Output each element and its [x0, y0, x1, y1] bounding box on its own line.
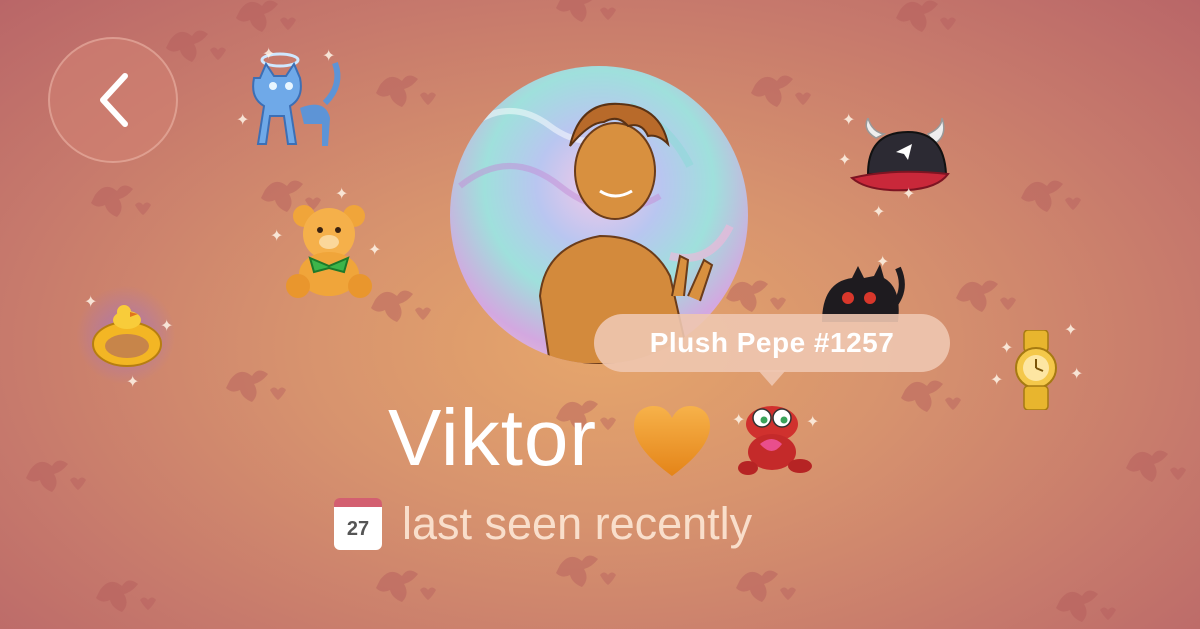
angel-cat-icon[interactable]	[245, 48, 355, 158]
horned-cap-icon[interactable]	[848, 118, 954, 202]
calendar-day: 27	[346, 518, 370, 540]
orange-heart-icon	[634, 406, 710, 476]
teddy-bear-icon[interactable]	[280, 200, 380, 300]
gift-tooltip: Plush Pepe #1257	[594, 314, 950, 372]
duck-ring-icon[interactable]	[88, 300, 166, 372]
gift-tooltip-tail	[758, 370, 786, 386]
last-seen-status: last seen recently	[402, 498, 753, 549]
profile-status-row: 27 last seen recently	[334, 498, 752, 550]
profile-name-text: Viktor	[388, 393, 598, 482]
chevron-left-icon	[100, 73, 128, 127]
black-cat-icon[interactable]	[812, 262, 908, 322]
back-button[interactable]	[48, 37, 178, 163]
calendar-icon[interactable]: 27	[334, 498, 382, 550]
gift-tooltip-label: Plush Pepe #1257	[649, 327, 895, 358]
gold-watch-icon[interactable]	[1006, 330, 1066, 410]
plush-pepe-icon[interactable]	[736, 402, 814, 478]
profile-name: Viktor	[388, 392, 597, 484]
